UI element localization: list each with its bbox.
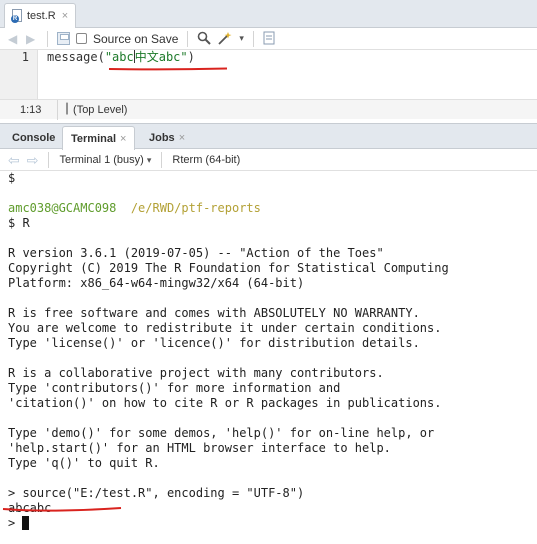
terminal-line: R is a collaborative project with many c… [8,366,384,380]
prompt-path: /e/RWD/ptf-reports [130,201,261,215]
scope-label: (Top Level) [73,103,128,116]
editor-toolbar: ◀ ▶ Source on Save ▾ [0,28,537,50]
close-icon[interactable]: × [120,133,126,145]
code-function-name: message [47,50,98,64]
code-close-paren: ) [187,50,195,64]
editor-tab-label: test.R [27,10,56,22]
chevron-down-icon[interactable]: ▾ [239,33,244,44]
terminal-line: R is free software and comes with ABSOLU… [8,306,420,320]
console-pane: Console Terminal × Jobs × ⇦ ⇨ Terminal 1… [0,123,537,544]
tab-console-label: Console [12,132,56,144]
terminal-line: Type 'license()' or 'licence()' for dist… [8,336,420,350]
toolbar-divider [187,30,189,47]
terminal-line: > source("E:/test.R", encoding = "UTF-8"… [8,486,305,500]
code-open-paren: ( [97,50,105,64]
terminal-line: amc038@GCAMC098 /e/RWD/ptf-reports [8,201,261,216]
close-icon[interactable]: × [179,132,185,144]
tab-terminal[interactable]: Terminal × [62,126,136,150]
save-icon[interactable] [57,32,70,45]
tab-console[interactable]: Console [4,126,63,150]
line-number-gutter: 1 [0,50,38,99]
code-editor[interactable]: 1 message("abc中文abc") [0,50,537,99]
compile-report-icon[interactable] [263,31,275,47]
tab-terminal-label: Terminal [71,132,117,145]
line-number: 1 [21,50,29,64]
terminal-line: 'help.start()' for an HTML browser inter… [8,441,391,455]
toolbar-divider [47,30,48,47]
chevron-down-icon: ▾ [146,154,152,165]
toolbar-divider [48,151,50,168]
terminal-line: R version 3.6.1 (2019-07-05) -- "Action … [8,246,384,260]
previous-terminal-icon[interactable]: ⇦ [8,153,20,167]
prompt-user-host: amc038@GCAMC098 [8,201,117,215]
magic-wand-icon[interactable] [217,31,233,47]
code-string-cjk: 中文 [134,50,159,64]
terminal-line: > [8,516,30,531]
scope-selector[interactable]: ┃ (Top Level) [58,104,127,116]
editor-statusbar: 1:13 ┃ (Top Level) [0,99,537,120]
tab-jobs-label: Jobs [149,132,175,144]
editor-tab-test-r[interactable]: R test.R × [4,3,76,28]
terminal-line: $ [8,171,16,185]
cursor-position: 1:13 [0,99,58,120]
tab-jobs[interactable]: Jobs × [141,126,193,150]
search-icon[interactable] [197,31,212,47]
terminal-line: Type 'demo()' for some demos, 'help()' f… [8,426,435,440]
toolbar-divider [161,151,163,168]
source-on-save-label: Source on Save [93,31,179,46]
annotation-underline [108,67,228,71]
editor-tabbar: R test.R × [0,0,537,28]
terminal-line: Platform: x86_64-w64-mingw32/x64 (64-bit… [8,276,305,290]
source-editor-pane: R test.R × ◀ ▶ Source on Save ▾ 1 messag… [0,0,537,120]
terminal-line: $ R [8,216,30,230]
close-icon[interactable]: × [62,10,68,22]
annotation-underline [2,507,122,512]
terminal-line: Type 'contributors()' for more informati… [8,381,341,395]
next-terminal-icon[interactable]: ⇨ [27,153,39,167]
terminal-toolbar: ⇦ ⇨ Terminal 1 (busy) ▾ Rterm (64-bit) [0,149,537,171]
terminal-type-label: Rterm (64-bit) [172,153,241,166]
r-file-icon: R [11,9,23,23]
terminal-output[interactable]: $ amc038@GCAMC098 /e/RWD/ptf-reports $ RR … [0,171,537,544]
terminal-selector[interactable]: Terminal 1 (busy) ▾ [59,154,151,166]
terminal-line: 'citation()' on how to cite R or R packa… [8,396,442,410]
terminal-line: Type 'q()' to quit R. [8,456,160,470]
terminal-line: You are welcome to redistribute it under… [8,321,442,335]
terminal-selector-label: Terminal 1 (busy) [59,153,144,166]
code-string-part-b: abc" [158,50,188,64]
terminal-cursor [22,516,30,530]
scope-marker-icon: ┃ [64,104,71,115]
forward-arrow-icon[interactable]: ▶ [26,33,38,45]
toolbar-divider [252,30,254,47]
input-prompt: > [8,516,23,530]
terminal-line: Copyright (C) 2019 The R Foundation for … [8,261,449,275]
code-string-part-a: "abc [104,50,134,64]
code-line[interactable]: message("abc中文abc") [47,50,195,65]
source-on-save-checkbox[interactable] [76,33,87,44]
console-tabbar: Console Terminal × Jobs × [0,123,537,150]
back-arrow-icon[interactable]: ◀ [8,33,20,45]
